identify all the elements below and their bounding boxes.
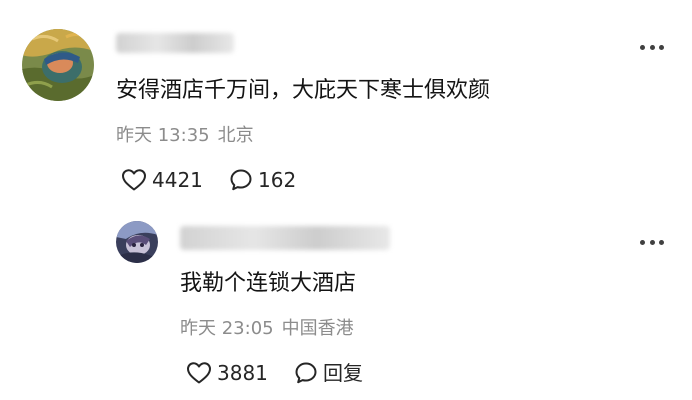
commenter-name-redacted[interactable] [116, 33, 234, 53]
heart-outline-icon [122, 169, 146, 191]
speech-bubble-icon [230, 169, 252, 191]
more-options-button[interactable] [640, 43, 664, 51]
replier-avatar[interactable] [116, 221, 158, 263]
reply-time: 昨天 23:05 [180, 318, 274, 339]
reply-like-button[interactable]: 3881 [186, 359, 268, 387]
reply-text: 我勒个连锁大酒店 [180, 271, 357, 296]
comment-location: 北京 [217, 125, 254, 146]
more-horizontal-icon [640, 239, 645, 245]
more-horizontal-icon [640, 44, 645, 50]
reply-to-reply-button[interactable]: 回复 [294, 359, 363, 387]
comment-time: 昨天 13:35 [116, 125, 210, 146]
commenter-avatar[interactable] [22, 29, 94, 101]
speech-bubble-icon [295, 362, 317, 384]
reply-label: 回复 [323, 361, 363, 385]
reply-location: 中国香港 [281, 318, 354, 339]
like-button[interactable]: 4421 [121, 166, 203, 194]
comment-meta: 昨天 13:35 北京 [116, 124, 254, 148]
replier-name-redacted[interactable] [180, 226, 390, 250]
like-count: 4421 [152, 168, 203, 192]
comment-text: 安得酒店千万间，大庇天下寒士俱欢颜 [116, 78, 491, 103]
reply-meta: 昨天 23:05 中国香港 [180, 317, 354, 341]
comment-reply-button[interactable]: 162 [229, 166, 296, 194]
reply-like-count: 3881 [217, 361, 268, 385]
heart-outline-icon [187, 362, 211, 384]
reply-more-options-button[interactable] [640, 238, 664, 246]
reply-count: 162 [258, 168, 297, 192]
